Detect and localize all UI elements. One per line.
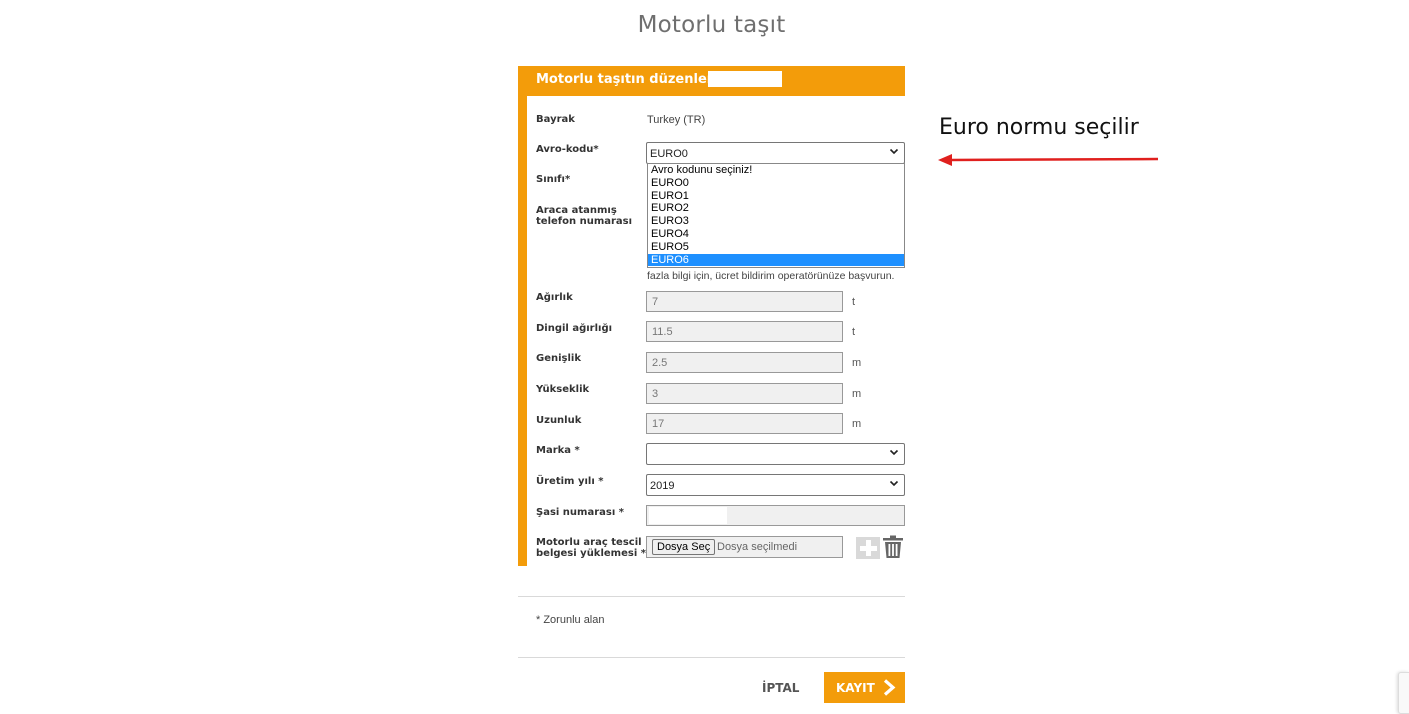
- euro-code-selected: EURO0: [650, 148, 688, 160]
- save-button-label: KAYIT: [836, 681, 875, 695]
- redacted-plate: [708, 71, 782, 87]
- axle-weight-label: Dingil ağırlığı: [536, 323, 613, 334]
- file-input[interactable]: Dosya Seç Dosya seçilmedi: [646, 536, 843, 558]
- euro-code-select[interactable]: EURO0: [646, 142, 905, 164]
- choose-file-button[interactable]: Dosya Seç: [652, 539, 716, 555]
- euro-option[interactable]: EURO5: [648, 241, 904, 254]
- euro-option[interactable]: EURO3: [648, 215, 904, 228]
- weight-unit: t: [852, 296, 856, 308]
- axle-weight-unit: t: [852, 326, 856, 338]
- divider: [518, 657, 905, 658]
- chassis-value-redacted: [649, 507, 727, 524]
- chevron-right-icon: [883, 679, 896, 696]
- year-label: Üretim yılı *: [536, 476, 604, 487]
- arrow-left-icon: [938, 154, 1159, 166]
- required-note: * Zorunlu alan: [536, 614, 605, 626]
- year-select[interactable]: 2019: [646, 474, 905, 496]
- euro-option[interactable]: Avro kodunu seçiniz!: [648, 164, 904, 177]
- year-selected: 2019: [650, 480, 675, 492]
- brand-label: Marka *: [536, 445, 580, 456]
- recaptcha-badge[interactable]: [1398, 672, 1409, 714]
- chassis-field[interactable]: [646, 505, 905, 526]
- add-icon[interactable]: [856, 537, 880, 559]
- euro-option[interactable]: EURO1: [648, 190, 904, 203]
- flag-label: Bayrak: [536, 114, 575, 125]
- cancel-button[interactable]: İPTAL: [762, 681, 799, 695]
- width-label: Genişlik: [536, 353, 581, 364]
- weight-label: Ağırlık: [536, 292, 573, 303]
- page-title: Motorlu taşıt: [637, 12, 786, 38]
- flag-value: Turkey (TR): [647, 114, 706, 126]
- annotation-text: Euro normu seçilir: [939, 115, 1139, 140]
- width-unit: m: [852, 357, 862, 369]
- chevron-down-icon: [889, 449, 899, 456]
- trash-icon[interactable]: [882, 535, 904, 559]
- height-unit: m: [852, 388, 862, 400]
- euro-code-label: Avro-kodu*: [536, 144, 599, 155]
- phone-label: Araca atanmış telefon numarası: [536, 205, 633, 227]
- weight-field[interactable]: 7: [646, 291, 843, 312]
- euro-option[interactable]: EURO2: [648, 202, 904, 215]
- length-field[interactable]: 17: [646, 413, 843, 434]
- axle-weight-field[interactable]: 11.5: [646, 321, 843, 342]
- euro-option-highlighted[interactable]: EURO6: [648, 253, 904, 267]
- chevron-down-icon: [889, 148, 899, 155]
- euro-option[interactable]: EURO0: [648, 177, 904, 190]
- brand-select[interactable]: [646, 443, 905, 465]
- phone-hint-text: fazla bilgi için, ücret bildirim operatö…: [647, 270, 895, 282]
- file-status: Dosya seçilmedi: [717, 541, 798, 553]
- class-label: Sınıfı*: [536, 174, 571, 185]
- height-label: Yükseklik: [536, 384, 590, 395]
- height-field[interactable]: 3: [646, 383, 843, 404]
- length-label: Uzunluk: [536, 415, 582, 426]
- width-field[interactable]: 2.5: [646, 352, 843, 373]
- form-accent-bar: [518, 96, 527, 566]
- form-header: Motorlu taşıtın düzenlenmesi -: [518, 66, 905, 96]
- upload-label: Motorlu araç tescil belgesi yüklemesi *: [536, 537, 646, 559]
- euro-code-dropdown[interactable]: Avro kodunu seçiniz! EURO0 EURO1 EURO2 E…: [647, 163, 905, 268]
- euro-option[interactable]: EURO4: [648, 228, 904, 241]
- chassis-label: Şasi numarası *: [536, 507, 624, 518]
- length-unit: m: [852, 418, 862, 430]
- chevron-down-icon: [889, 480, 899, 487]
- save-button[interactable]: KAYIT: [824, 672, 905, 703]
- divider: [518, 596, 905, 597]
